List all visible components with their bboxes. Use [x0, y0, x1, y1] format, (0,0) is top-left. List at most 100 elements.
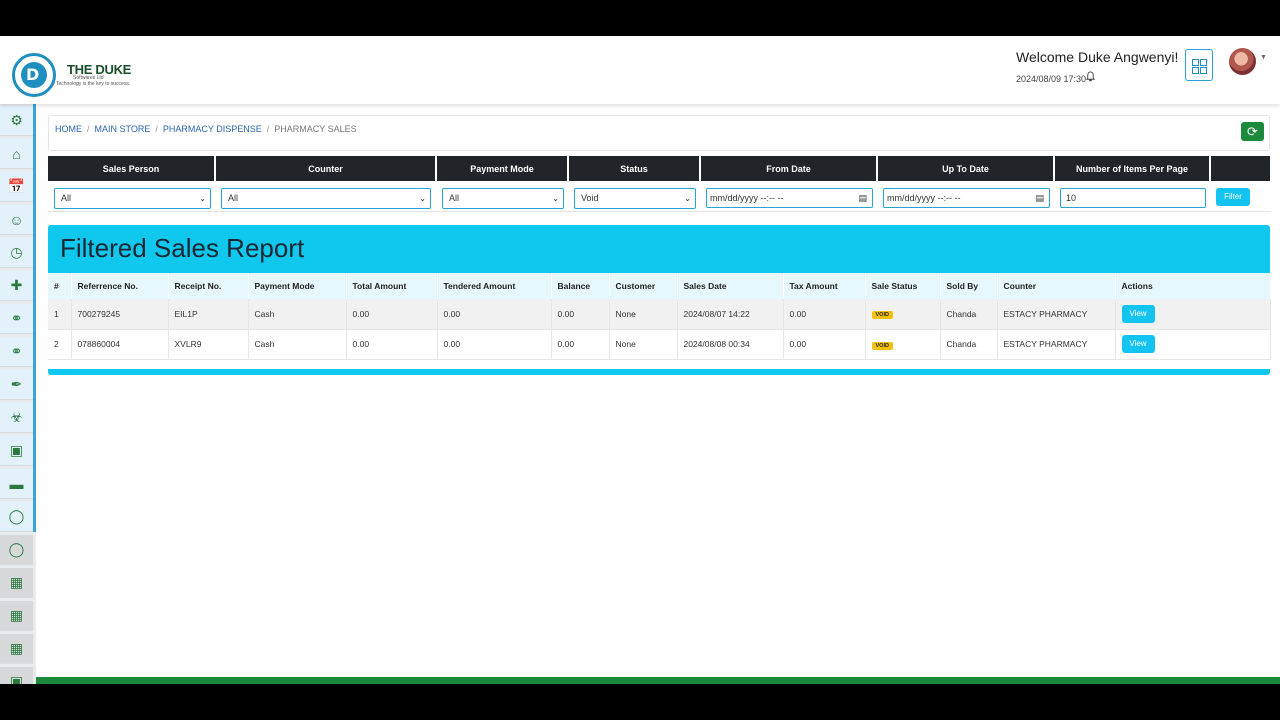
status-select[interactable]: Void ⌄	[574, 188, 696, 209]
column-header: Sold By	[940, 273, 998, 299]
column-header: Tendered Amount	[437, 273, 552, 299]
store-icon[interactable]: ▦	[0, 568, 33, 598]
chevron-down-icon[interactable]: ▼	[1260, 54, 1267, 61]
column-header: Sale Status	[865, 273, 941, 299]
cell-actions: View	[1115, 299, 1271, 330]
filter-header-payment-mode: Payment Mode	[437, 156, 569, 181]
cell-status: VOID	[865, 329, 941, 360]
home-icon[interactable]: ⌂	[0, 139, 33, 169]
column-header: Sales Date	[677, 273, 784, 299]
calendar-icon: ▤	[858, 193, 867, 203]
cell-sold-by: Chanda	[940, 299, 998, 330]
cell-receipt: XVLR9	[168, 329, 249, 360]
column-header: Referrence No.	[71, 273, 169, 299]
breadcrumb: HOME / MAIN STORE / PHARMACY DISPENSE / PHARMA…	[48, 115, 1270, 151]
user-add-icon[interactable]: ☺	[0, 205, 33, 235]
store-icon[interactable]: ▦	[0, 634, 33, 664]
to-date-input[interactable]: mm/dd/yyyy --:-- -- ▤	[883, 188, 1050, 208]
store-icon[interactable]: ▦	[0, 601, 33, 631]
column-header: Customer	[609, 273, 678, 299]
pill-icon[interactable]: ◯	[0, 535, 33, 565]
cell-reference: 078860004	[71, 329, 169, 360]
table-header-row: # Referrence No. Receipt No. Payment Mod…	[48, 273, 1271, 299]
cell-tendered: 0.00	[437, 329, 552, 360]
top-header: D THE DUKE Softwares Ltd Technology is t…	[0, 36, 1280, 104]
cell-tax: 0.00	[783, 299, 866, 330]
filter-header-counter: Counter	[216, 156, 437, 181]
items-per-page-input[interactable]: 10	[1060, 188, 1206, 208]
cell-tendered: 0.00	[437, 299, 552, 330]
sidebar: ⚙ ⌂ 📅 ☺ ◷ ✚ ⚭ ⚭ ✒ ☣ ▣ ▬ ◯ ◯ ▦ ▦ ▦ ▣	[0, 104, 36, 684]
cell-payment-mode: Cash	[248, 329, 347, 360]
pill-icon[interactable]: ◯	[0, 502, 33, 532]
cell-num: 1	[48, 299, 72, 330]
view-button[interactable]: View	[1121, 304, 1155, 323]
column-header: #	[48, 273, 72, 299]
status-badge: VOID	[871, 341, 893, 350]
sidebar-active-indicator	[33, 104, 36, 532]
footer-bar	[36, 677, 1280, 684]
logo-letter: D	[26, 65, 40, 84]
apps-grid-button[interactable]	[1185, 49, 1213, 81]
column-header: Total Amount	[346, 273, 438, 299]
column-header: Balance	[551, 273, 610, 299]
breadcrumb-home[interactable]: HOME	[55, 124, 82, 134]
refresh-icon: ⟳	[1247, 124, 1258, 139]
refresh-button[interactable]: ⟳	[1241, 122, 1264, 141]
cell-payment-mode: Cash	[248, 299, 347, 330]
column-header: Payment Mode	[248, 273, 347, 299]
bed-icon[interactable]: ▬	[0, 469, 33, 499]
user-avatar[interactable]	[1229, 48, 1256, 75]
filter-header-to-date: Up To Date	[878, 156, 1055, 181]
cell-tax: 0.00	[783, 329, 866, 360]
view-button[interactable]: View	[1121, 335, 1155, 353]
cell-counter: ESTACY PHARMACY	[997, 299, 1116, 330]
chevron-down-icon: ⌄	[419, 194, 426, 203]
chevron-down-icon: ⌄	[552, 194, 559, 203]
monitor-icon[interactable]: ▣	[0, 436, 33, 466]
cell-sales-date: 2024/08/07 14:22	[677, 299, 784, 330]
chevron-down-icon: ⌄	[684, 194, 691, 203]
column-header: Counter	[997, 273, 1116, 299]
breadcrumb-pharmacy-dispense[interactable]: PHARMACY DISPENSE	[163, 124, 262, 134]
column-header: Receipt No.	[168, 273, 249, 299]
cell-total: 0.00	[346, 299, 438, 330]
counter-select[interactable]: All ⌄	[221, 188, 431, 209]
first-aid-icon[interactable]: ✚	[0, 271, 33, 301]
microscope-icon[interactable]: ☣	[0, 403, 33, 433]
report-header: Filtered Sales Report	[48, 225, 1270, 273]
report-title: Filtered Sales Report	[60, 233, 305, 263]
table-row: 2 078860004 XVLR9 Cash 0.00 0.00 0.00 No…	[48, 329, 1271, 360]
settings-gear-icon[interactable]: ⚙	[0, 106, 33, 136]
app-window: D THE DUKE Softwares Ltd Technology is t…	[0, 36, 1280, 684]
brand-tagline: Technology is the key to success.	[56, 81, 131, 87]
cell-num: 2	[48, 329, 72, 360]
brand-logo[interactable]: D	[12, 53, 56, 97]
cell-total: 0.00	[346, 329, 438, 360]
filter-button[interactable]: Filter	[1216, 188, 1250, 206]
cell-reference: 700279245	[71, 299, 169, 330]
table-row: 1 700279245 EIL1P Cash 0.00 0.00 0.00 No…	[48, 299, 1271, 330]
from-date-input[interactable]: mm/dd/yyyy --:-- -- ▤	[706, 188, 873, 208]
calendar-icon[interactable]: 📅	[0, 172, 33, 202]
cell-customer: None	[609, 329, 678, 360]
cell-actions: View	[1115, 329, 1271, 360]
column-header: Actions	[1115, 273, 1271, 299]
breadcrumb-main-store[interactable]: MAIN STORE	[95, 124, 151, 134]
cell-receipt: EIL1P	[168, 299, 249, 330]
stethoscope-icon[interactable]: ⚭	[0, 304, 33, 334]
sales-person-select[interactable]: All ⌄	[54, 188, 211, 209]
bell-icon[interactable]	[1085, 71, 1096, 85]
filter-header-status: Status	[569, 156, 701, 181]
cell-sold-by: Chanda	[940, 329, 998, 360]
id-card-icon[interactable]: ▣	[0, 667, 33, 684]
filter-header-items-per-page: Number of Items Per Page	[1055, 156, 1211, 181]
stethoscope-icon[interactable]: ⚭	[0, 337, 33, 367]
syringe-icon[interactable]: ✒	[0, 370, 33, 400]
welcome-text: Welcome Duke Angwenyi!	[1016, 49, 1179, 65]
calendar-clock-icon[interactable]: ◷	[0, 238, 33, 268]
calendar-icon: ▤	[1035, 193, 1044, 203]
cell-status: VOID	[865, 299, 941, 330]
payment-mode-select[interactable]: All ⌄	[442, 188, 564, 209]
cell-balance: 0.00	[551, 329, 610, 360]
